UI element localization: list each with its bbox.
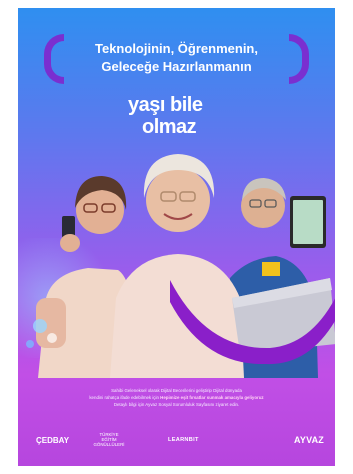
partner-logo-3: LEARNBIT bbox=[168, 437, 199, 443]
body-copy-line-3: Detaylı bilgi için Ayvaz Sosyal Sorumlul… bbox=[113, 402, 240, 407]
headline-block: Teknolojinin, Öğrenmenin, Geleceğe Hazır… bbox=[18, 32, 335, 88]
body-copy-line-2-text: kendini rahatça ifade edebilmek için bbox=[89, 395, 159, 400]
partner-logo-2: TÜRKİYE EĞİTİM GÖNÜLLÜLERİ bbox=[93, 432, 125, 447]
logo-word-2: olmaz bbox=[142, 116, 197, 138]
partner-logos: ÇEDBAY TÜRKİYE EĞİTİM GÖNÜLLÜLERİ LEARNB… bbox=[18, 430, 335, 460]
body-copy-highlight: Hepimize eşit fırsatlar sunmak amacıyla … bbox=[160, 395, 264, 400]
body-copy-line-2: kendini rahatça ifade edebilmek için Hep… bbox=[58, 394, 295, 401]
campaign-logo: yaşı bile olmaz bbox=[128, 94, 228, 144]
partner-logo-ayvaz: AYVAZ bbox=[294, 435, 325, 445]
right-bracket-shape bbox=[289, 34, 309, 84]
left-bracket-shape bbox=[44, 34, 64, 84]
logo-word-1: yaşı bile bbox=[128, 94, 203, 116]
headline-line-2: Geleceğe Hazırlanmanın bbox=[101, 59, 252, 74]
campaign-poster: Teknolojinin, Öğrenmenin, Geleceğe Hazır… bbox=[18, 8, 335, 466]
body-copy-line-1: Sahibi Geleneksel olarak Dijital Beceril… bbox=[111, 388, 242, 393]
partner-logo-1: ÇEDBAY bbox=[36, 436, 70, 445]
headline-line-1: Teknolojinin, Öğrenmenin, bbox=[95, 41, 258, 56]
purple-arc-shape bbox=[170, 280, 335, 365]
